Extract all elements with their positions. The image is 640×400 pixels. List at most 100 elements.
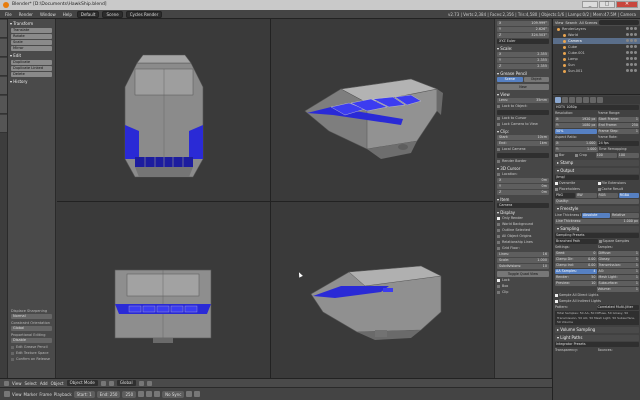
jump-start-icon[interactable] bbox=[138, 391, 145, 397]
file-extensions-checkbox[interactable]: File Extensions bbox=[598, 181, 640, 186]
visibility-icons[interactable] bbox=[626, 57, 638, 61]
rgba-button[interactable]: RGBA bbox=[618, 193, 639, 198]
layout-selector[interactable]: Default bbox=[76, 10, 100, 18]
camera-render-icon[interactable] bbox=[634, 39, 637, 42]
eye-icon[interactable] bbox=[626, 33, 629, 36]
select-arrow-icon[interactable] bbox=[630, 45, 633, 48]
aspect-x-field[interactable]: X: 1.000 bbox=[555, 141, 597, 146]
end-frame-input[interactable]: End: 250 bbox=[96, 390, 121, 398]
seed-field[interactable]: Seed: 0 bbox=[555, 251, 597, 256]
data-tab-icon[interactable] bbox=[597, 97, 603, 103]
camera-render-icon[interactable] bbox=[634, 27, 637, 30]
camera-render-icon[interactable] bbox=[634, 63, 637, 66]
render-engine-selector[interactable]: Cycles Render bbox=[125, 10, 163, 18]
square-samples-checkbox[interactable]: Square Samples bbox=[599, 239, 640, 244]
glossy-field[interactable]: Glossy: 1 bbox=[597, 257, 639, 262]
keying-set-icon[interactable] bbox=[194, 391, 201, 397]
rotation-z-field[interactable]: Z 324.503° bbox=[497, 33, 549, 38]
quad-clip-checkbox[interactable]: Clip bbox=[497, 290, 549, 295]
camera-render-icon[interactable] bbox=[634, 57, 637, 60]
scale-x-field[interactable]: X 2.355 bbox=[497, 52, 549, 57]
rotation-x-field[interactable]: X 109.999° bbox=[497, 21, 549, 26]
close-button[interactable]: ✕ bbox=[616, 1, 638, 8]
tool-tab-tools[interactable] bbox=[0, 20, 7, 38]
eye-icon[interactable] bbox=[626, 51, 629, 54]
cursor-z-field[interactable]: Z 0m bbox=[497, 190, 549, 195]
res-x-field[interactable]: X: 1920 px bbox=[555, 117, 597, 122]
visibility-icons[interactable] bbox=[626, 51, 638, 55]
translate-button[interactable]: Translate bbox=[11, 28, 52, 33]
camera-render-icon[interactable] bbox=[634, 51, 637, 54]
only-render-checkbox[interactable]: Only Render bbox=[497, 216, 549, 221]
tool-tab-grease[interactable] bbox=[0, 115, 7, 133]
mirror-button[interactable]: Mirror bbox=[11, 46, 52, 51]
menu-file[interactable]: File bbox=[3, 12, 14, 17]
scene-tab-icon[interactable] bbox=[569, 97, 575, 103]
sampling-presets-select[interactable]: Sampling Presets bbox=[555, 233, 639, 238]
relative-button[interactable]: Relative bbox=[611, 213, 639, 218]
mode-selector[interactable]: Object Mode bbox=[66, 380, 98, 386]
outliner-item[interactable]: Sun.001 bbox=[553, 68, 640, 74]
select-arrow-icon[interactable] bbox=[630, 51, 633, 54]
eye-icon[interactable] bbox=[626, 63, 629, 66]
pivot-icon[interactable] bbox=[108, 380, 114, 386]
item-header[interactable]: Item bbox=[497, 197, 549, 202]
record-icon[interactable] bbox=[186, 391, 193, 397]
camera-render-icon[interactable] bbox=[634, 45, 637, 48]
viewport-top[interactable] bbox=[57, 19, 270, 201]
eye-icon[interactable] bbox=[626, 27, 629, 30]
operator-field-3[interactable]: Disable bbox=[11, 338, 52, 343]
sample-all-indirect-checkbox[interactable]: Sample All Indirect Lights bbox=[555, 299, 639, 304]
outliner-view-menu[interactable]: View bbox=[555, 21, 563, 25]
tool-tab-physics[interactable] bbox=[0, 96, 7, 114]
stamp-header[interactable]: Stamp bbox=[555, 160, 639, 166]
display-header[interactable]: Display bbox=[497, 210, 549, 215]
cursor-x-field[interactable]: X 0m bbox=[497, 178, 549, 183]
jump-end-icon[interactable] bbox=[154, 391, 161, 397]
grease-scene-button[interactable]: Scene bbox=[497, 77, 523, 82]
viewport-front[interactable] bbox=[57, 202, 270, 378]
duplicate-linked-button[interactable]: Duplicate Linked bbox=[11, 66, 52, 71]
start-frame-input[interactable]: Start: 1 bbox=[73, 390, 95, 398]
select-menu[interactable]: Select bbox=[25, 381, 37, 386]
viewport-divider-horizontal[interactable] bbox=[57, 201, 493, 202]
clamp-direct-field[interactable]: Clamp Dir: 0.00 bbox=[555, 257, 597, 262]
freestyle-header[interactable]: Freestyle bbox=[555, 206, 639, 212]
sampling-header[interactable]: Sampling bbox=[555, 226, 639, 232]
eye-icon[interactable] bbox=[626, 45, 629, 48]
history-panel-header[interactable]: History bbox=[10, 79, 53, 85]
outliner-search-input[interactable] bbox=[599, 20, 639, 25]
rgb-button[interactable]: RGB bbox=[597, 193, 618, 198]
render-tab-icon[interactable] bbox=[555, 97, 561, 103]
sync-mode-select[interactable]: No Sync bbox=[162, 390, 185, 398]
visibility-icons[interactable] bbox=[626, 69, 638, 73]
timeline-marker-menu[interactable]: Marker bbox=[24, 392, 38, 397]
relationship-lines-checkbox[interactable]: Relationship Lines bbox=[497, 240, 549, 245]
timeline-editor-icon[interactable] bbox=[4, 391, 10, 397]
operator-field-2[interactable]: Global bbox=[11, 326, 52, 331]
eye-icon[interactable] bbox=[626, 57, 629, 60]
add-menu[interactable]: Add bbox=[40, 381, 48, 386]
placeholders-checkbox[interactable]: Placeholders bbox=[555, 187, 597, 192]
outliner-display-mode[interactable]: All Scenes bbox=[579, 21, 597, 25]
visibility-icons[interactable] bbox=[626, 33, 638, 37]
select-arrow-icon[interactable] bbox=[630, 63, 633, 66]
grease-pencil-header[interactable]: Grease Pencil bbox=[497, 71, 549, 76]
eye-icon[interactable] bbox=[626, 39, 629, 42]
operator-check-2[interactable]: Edit Texture Space bbox=[11, 351, 52, 355]
transmission-field[interactable]: Transmission: 1 bbox=[597, 263, 639, 268]
constraints-tab-icon[interactable] bbox=[590, 97, 596, 103]
viewport-side[interactable] bbox=[271, 202, 493, 378]
grid-lines-field[interactable]: Lines: 16 bbox=[497, 252, 549, 257]
branched-path-select[interactable]: Branched Path bbox=[555, 239, 598, 244]
preview-samples-field[interactable]: Preview: 10 bbox=[555, 281, 597, 286]
viewport-divider-vertical[interactable] bbox=[270, 19, 271, 378]
clamp-indirect-field[interactable]: Clamp Ind: 0.00 bbox=[555, 263, 597, 268]
crop-checkbox[interactable]: Crop bbox=[575, 153, 594, 158]
clip-start-field[interactable]: Start: 10cm bbox=[497, 135, 549, 140]
grid-subdiv-field[interactable]: Subdivisions: 10 bbox=[497, 264, 549, 269]
shading-icon[interactable] bbox=[100, 380, 106, 386]
sample-all-direct-checkbox[interactable]: Sample All Direct Lights bbox=[555, 293, 639, 298]
item-name-field[interactable]: Camera bbox=[497, 203, 549, 208]
integrator-presets-select[interactable]: Integrator Presets bbox=[555, 342, 639, 347]
